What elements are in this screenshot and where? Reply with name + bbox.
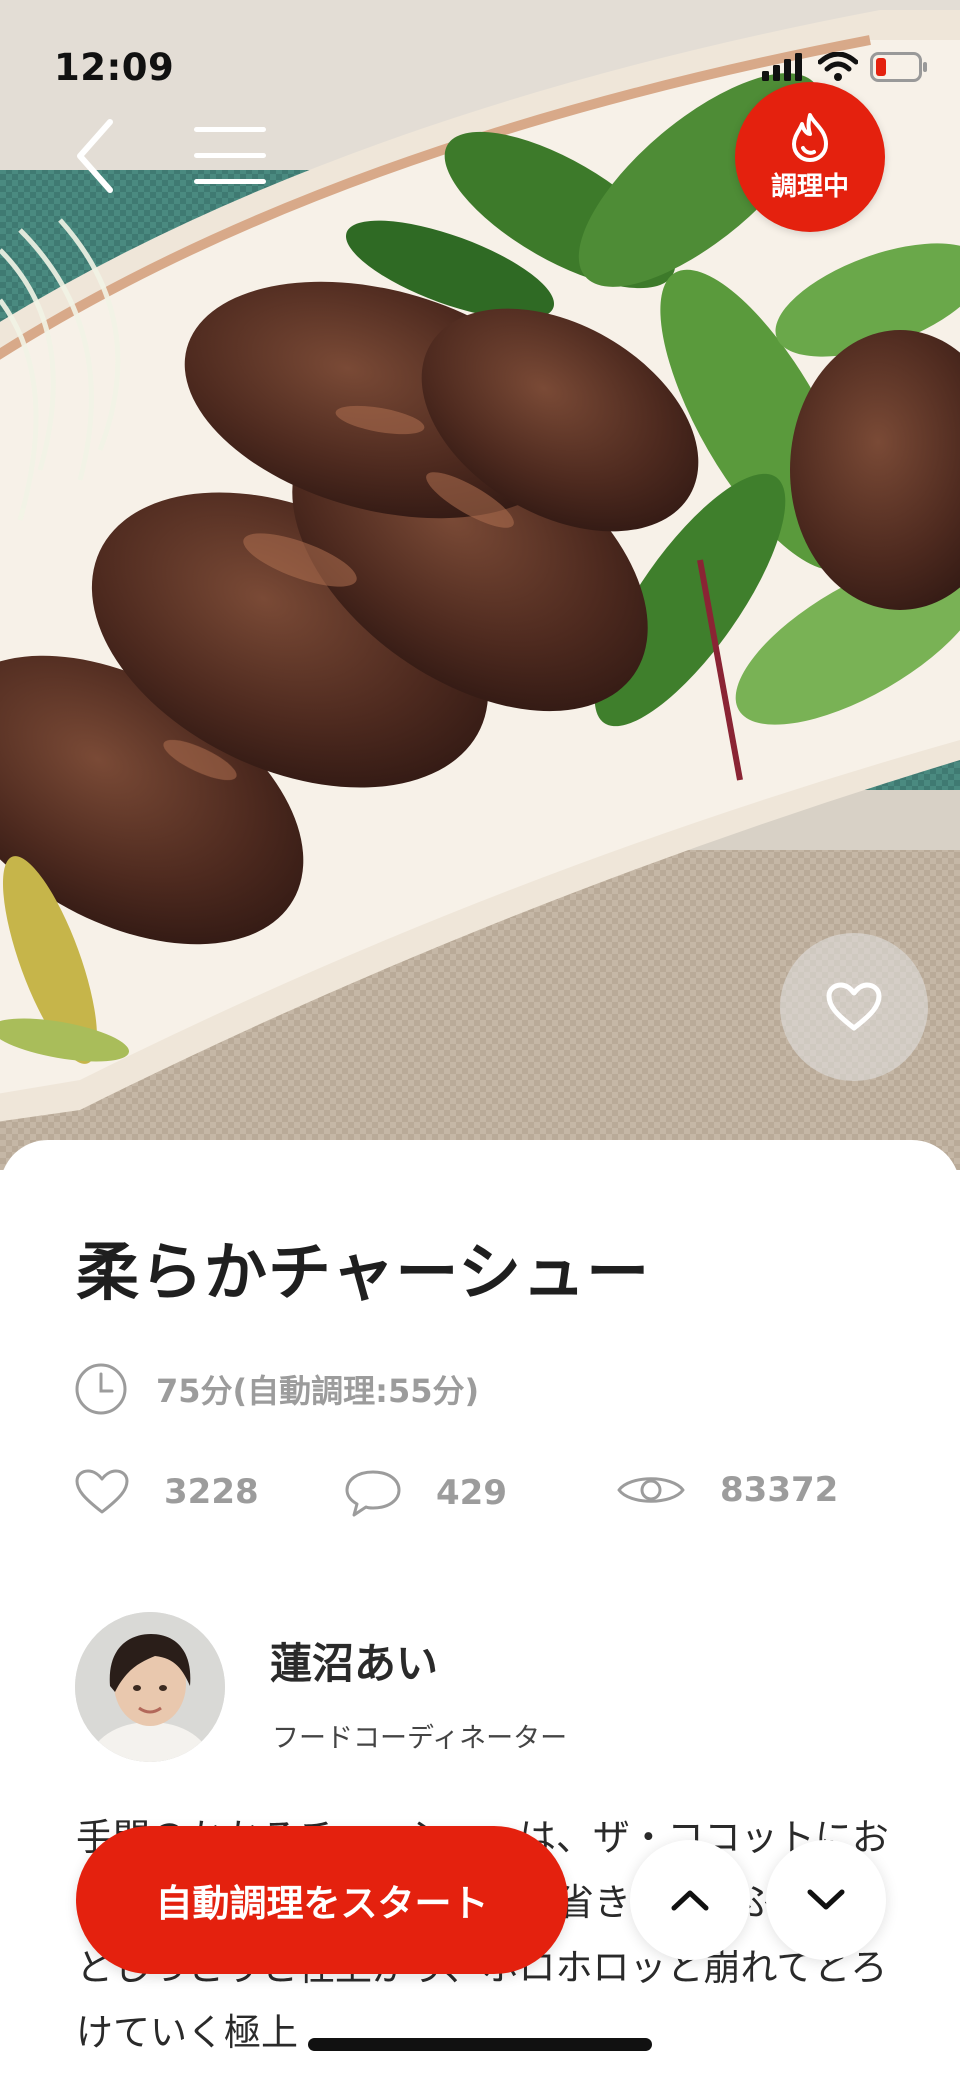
chevron-up-icon [671, 1890, 709, 1911]
recipe-title: 柔らかチャーシュー [76, 1236, 651, 1309]
heart-outline-icon [75, 1469, 129, 1514]
favorite-button[interactable] [780, 933, 928, 1081]
views-count: 83372 [720, 1470, 839, 1510]
cooking-badge-label: 調理中 [770, 171, 849, 202]
author-role: フードコーディネーター [272, 1723, 568, 1754]
cooking-status-badge[interactable]: 調理中 [735, 82, 885, 232]
comments-stat[interactable]: 429 [344, 1468, 507, 1518]
flame-icon [792, 112, 828, 162]
start-auto-cook-button[interactable]: 自動調理をスタート [76, 1826, 568, 1974]
author-avatar[interactable] [75, 1612, 225, 1762]
battery-icon [870, 52, 927, 82]
clock-icon [75, 1363, 127, 1415]
wifi-icon [818, 52, 858, 81]
views-stat: 83372 [616, 1468, 838, 1512]
cook-time-row: 75分(自動調理:55分) [74, 1362, 479, 1416]
likes-stat[interactable]: 3228 [74, 1468, 259, 1516]
scroll-down-button[interactable] [766, 1840, 886, 1960]
comments-count: 429 [436, 1473, 507, 1513]
cook-time-text: 75分(自動調理:55分) [156, 1372, 480, 1410]
recipe-detail-screen: 12:09 調理中 柔らかチャーシュー 75分(自動調理:55分) 3228 4… [0, 0, 960, 2079]
comment-bubble-icon [345, 1470, 401, 1517]
home-indicator[interactable] [308, 2038, 652, 2051]
heart-icon [826, 982, 882, 1031]
signal-icon [762, 53, 802, 81]
eye-icon [617, 1477, 685, 1503]
likes-count: 3228 [164, 1472, 259, 1512]
chevron-down-icon [807, 1889, 845, 1910]
status-time: 12:09 [54, 46, 175, 89]
hamburger-menu-icon [194, 127, 266, 184]
author-name[interactable]: 蓮沼あい [270, 1630, 438, 1691]
scroll-up-button[interactable] [630, 1840, 750, 1960]
back-button[interactable] [46, 108, 142, 204]
menu-button[interactable] [182, 108, 278, 204]
chevron-left-icon [77, 119, 113, 193]
status-icons [762, 52, 928, 82]
